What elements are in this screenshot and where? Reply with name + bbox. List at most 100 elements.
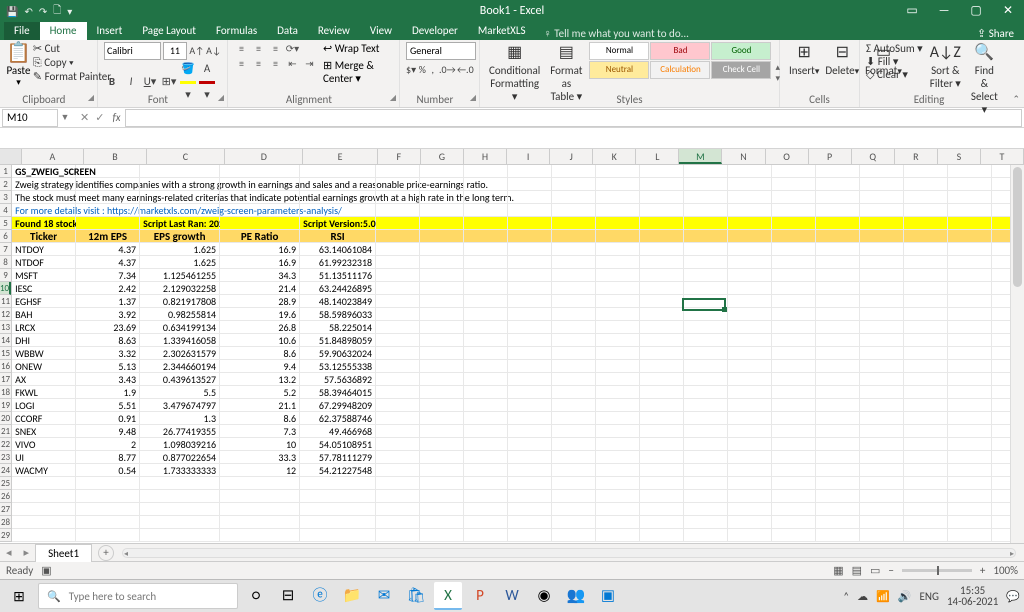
cell[interactable] [464,165,508,177]
cell[interactable] [684,477,728,489]
row-header[interactable]: 2 [0,178,11,191]
cell[interactable] [728,490,772,502]
cell[interactable] [816,386,860,398]
cell[interactable] [728,451,772,463]
cell[interactable] [464,308,508,320]
app-icon[interactable]: ▣ [594,582,622,610]
cell[interactable] [904,438,948,450]
column-header[interactable]: G [421,149,464,164]
cell[interactable] [420,295,464,307]
cell[interactable] [640,516,684,528]
cell[interactable] [140,529,220,541]
cell[interactable]: 57.78111279 [300,451,376,463]
close-icon[interactable]: ✕ [992,0,1024,22]
cell[interactable] [140,178,220,190]
cell[interactable]: 3.92 [76,308,140,320]
align-bottom-icon[interactable]: ≡ [268,42,283,55]
font-dialog-icon[interactable]: ◢ [218,93,224,103]
cell[interactable]: WBBW [12,347,76,359]
edge-icon[interactable]: ⓔ [306,582,334,610]
cell[interactable] [640,178,684,190]
cell[interactable] [220,217,300,229]
cancel-formula-icon[interactable]: ✕ [80,111,89,124]
cell[interactable] [464,321,508,333]
cell[interactable] [816,308,860,320]
cell[interactable] [772,464,816,476]
cell[interactable] [220,529,300,541]
cell[interactable] [684,529,728,541]
cell[interactable] [420,321,464,333]
cell[interactable] [596,425,640,437]
underline-button[interactable]: U▾ [142,75,158,88]
cell[interactable] [596,217,640,229]
cell[interactable] [904,256,948,268]
vertical-scrollbar[interactable] [1010,165,1024,543]
view-normal-icon[interactable]: ▦ [833,564,843,577]
task-view-icon[interactable]: ⊟ [274,582,302,610]
cell[interactable] [552,282,596,294]
cell[interactable]: 1.37 [76,295,140,307]
cell[interactable] [772,230,816,242]
cell[interactable] [376,412,420,424]
cell[interactable]: 33.3 [220,451,300,463]
cell[interactable]: 2 [76,438,140,450]
cell[interactable] [508,347,552,359]
cell[interactable] [904,308,948,320]
cell[interactable] [948,386,992,398]
cell[interactable] [728,217,772,229]
cell[interactable] [464,516,508,528]
cell[interactable]: 51.84898059 [300,334,376,346]
cell[interactable] [728,282,772,294]
cell[interactable] [684,399,728,411]
cell[interactable]: 5.5 [140,386,220,398]
cell[interactable] [860,165,904,177]
cell[interactable] [376,451,420,463]
cell[interactable] [596,399,640,411]
cell[interactable] [728,347,772,359]
cell[interactable] [508,373,552,385]
tab-marketxls[interactable]: MarketXLS [468,21,536,40]
tab-page-layout[interactable]: Page Layout [132,21,206,40]
tab-formulas[interactable]: Formulas [206,21,267,40]
cell[interactable] [76,165,140,177]
cell[interactable] [508,243,552,255]
cell[interactable]: 1.733333333 [140,464,220,476]
excel-taskbar-icon[interactable]: X [434,582,462,610]
cell[interactable] [728,321,772,333]
start-button[interactable]: ⊞ [4,588,34,605]
row-header[interactable]: 23 [0,451,11,464]
cell[interactable] [300,165,376,177]
cell[interactable] [464,451,508,463]
cell[interactable] [684,386,728,398]
cell[interactable] [640,256,684,268]
cell[interactable] [552,165,596,177]
cell[interactable] [640,295,684,307]
cell[interactable] [76,204,140,216]
decrease-font-icon[interactable]: A↓ [206,43,221,59]
cell[interactable] [596,516,640,528]
cell[interactable] [420,256,464,268]
cell[interactable] [76,503,140,515]
cell[interactable] [860,347,904,359]
cell[interactable]: 67.29948209 [300,399,376,411]
column-header[interactable]: B [84,149,147,164]
comma-format-icon[interactable]: , [429,62,437,78]
tell-me[interactable]: ♀ Tell me what you want to do... [544,27,689,40]
cell[interactable] [816,204,860,216]
cell[interactable]: 5.2 [220,386,300,398]
zoom-level[interactable]: 100% [993,564,1018,577]
cell[interactable] [552,399,596,411]
cell[interactable] [640,373,684,385]
cell[interactable]: 3.32 [76,347,140,359]
cell[interactable] [376,347,420,359]
word-icon[interactable]: W [498,582,526,610]
cell[interactable] [816,269,860,281]
cell[interactable] [596,503,640,515]
cell[interactable] [948,191,992,203]
cell[interactable] [640,360,684,372]
worksheet[interactable]: ABCDEFGHIJKLMNOPQRST 1234567891011121314… [0,149,1024,543]
cell[interactable] [684,334,728,346]
cell[interactable]: 58.225014 [300,321,376,333]
cell[interactable] [140,516,220,528]
cell[interactable] [596,386,640,398]
